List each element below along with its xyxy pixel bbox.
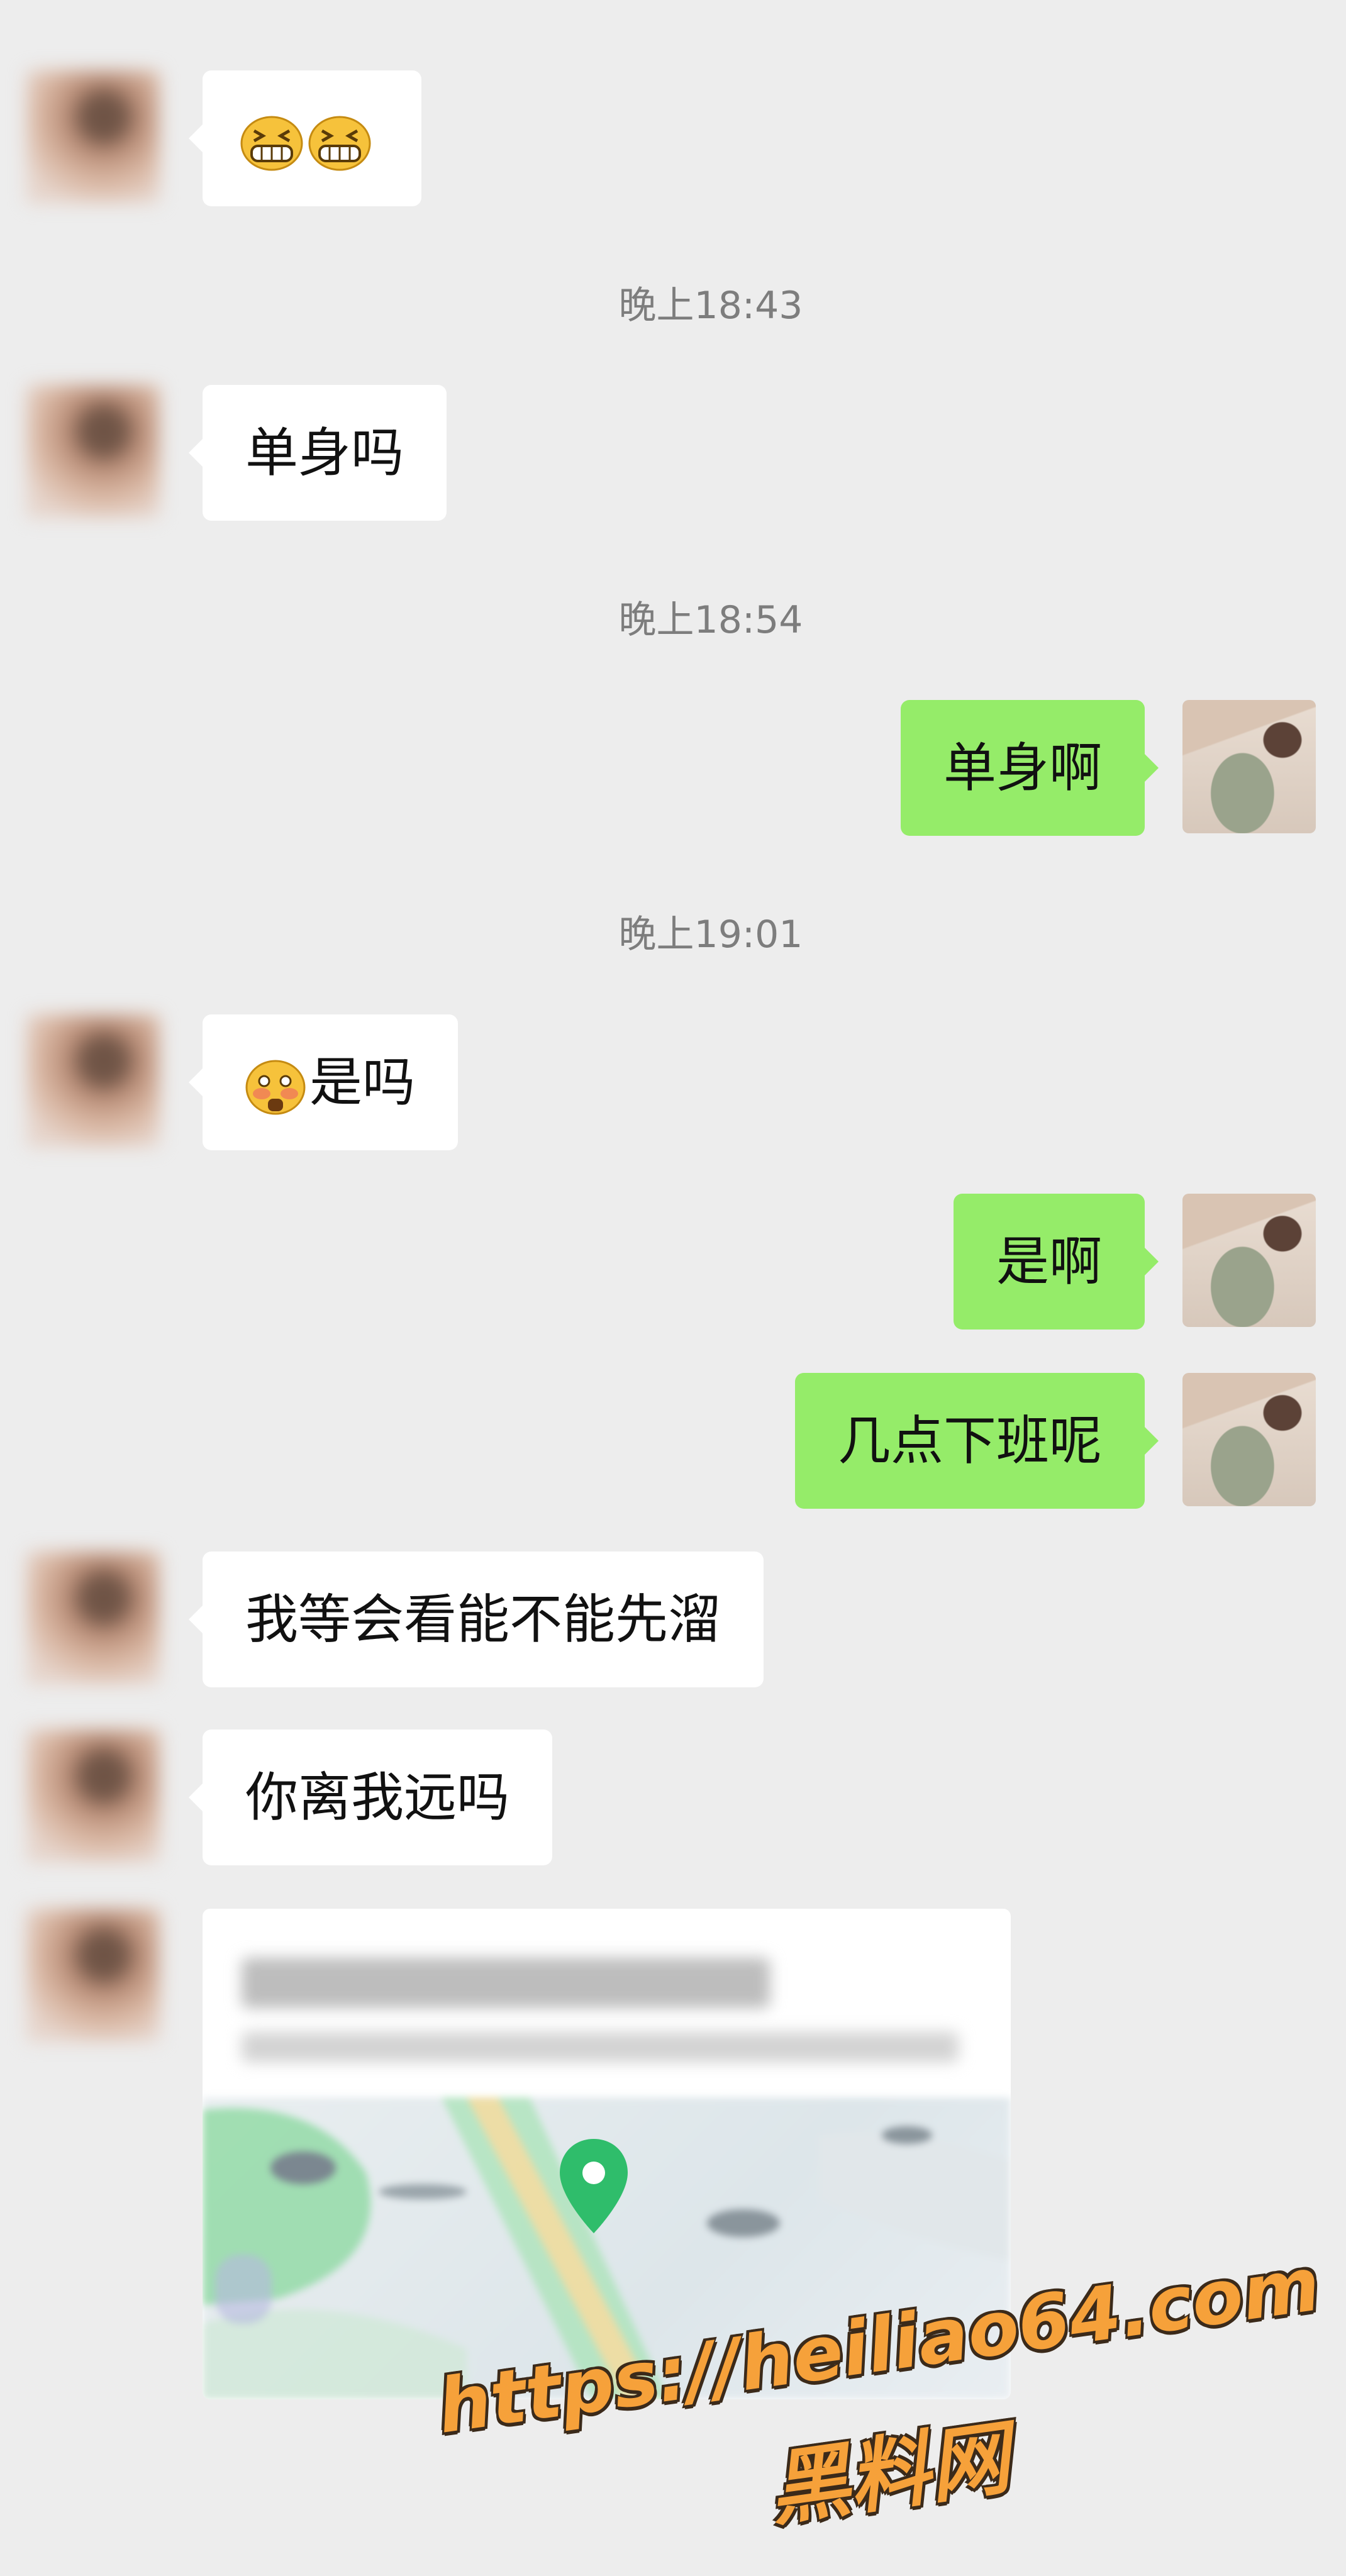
location-title-blurred xyxy=(242,1958,770,2008)
message-bubble-outgoing[interactable]: 几点下班呢 xyxy=(794,1373,1145,1509)
my-avatar[interactable] xyxy=(1182,700,1316,833)
message-bubble-outgoing[interactable]: 是啊 xyxy=(953,1194,1145,1330)
message-text: 是吗 xyxy=(309,1052,416,1113)
timestamp: 晚上18:43 xyxy=(618,284,803,328)
map-pin-icon xyxy=(560,2139,628,2233)
contact-avatar[interactable] xyxy=(26,70,160,204)
contact-avatar[interactable] xyxy=(26,1729,160,1863)
location-address-blurred xyxy=(242,2032,959,2062)
grin-emoji xyxy=(240,116,303,171)
my-avatar[interactable] xyxy=(1182,1373,1316,1506)
message-bubble-outgoing[interactable]: 单身啊 xyxy=(900,700,1145,836)
bubble-tail xyxy=(189,1784,203,1811)
contact-avatar[interactable] xyxy=(26,1014,160,1148)
timestamp: 晚上18:54 xyxy=(618,598,803,642)
message-bubble-incoming[interactable]: 你离我远吗 xyxy=(203,1729,553,1865)
contact-avatar[interactable] xyxy=(26,385,160,518)
message-bubble-incoming[interactable]: 单身吗 xyxy=(203,385,447,521)
bubble-tail xyxy=(189,439,203,467)
bubble-tail xyxy=(1145,754,1159,782)
message-bubble-incoming[interactable]: 是吗 xyxy=(203,1014,459,1150)
contact-avatar[interactable] xyxy=(26,1909,160,2042)
bubble-tail xyxy=(1145,1248,1159,1275)
bubble-tail xyxy=(189,1069,203,1096)
bubble-tail xyxy=(189,1606,203,1633)
grin-emoji xyxy=(308,116,371,171)
my-avatar[interactable] xyxy=(1182,1194,1316,1327)
chat-screen: { "messages": { "m1": {"emoji": ["grin-e… xyxy=(0,0,1346,2576)
contact-avatar[interactable] xyxy=(26,1552,160,1685)
flushed-emoji xyxy=(245,1060,306,1115)
message-bubble-incoming[interactable] xyxy=(203,70,421,206)
bubble-tail xyxy=(189,125,203,152)
watermark-site: 黑料网 xyxy=(763,2411,1016,2538)
timestamp: 晚上19:01 xyxy=(618,913,803,957)
bubble-tail xyxy=(1145,1427,1159,1455)
message-bubble-incoming[interactable]: 我等会看能不能先溜 xyxy=(203,1552,764,1687)
